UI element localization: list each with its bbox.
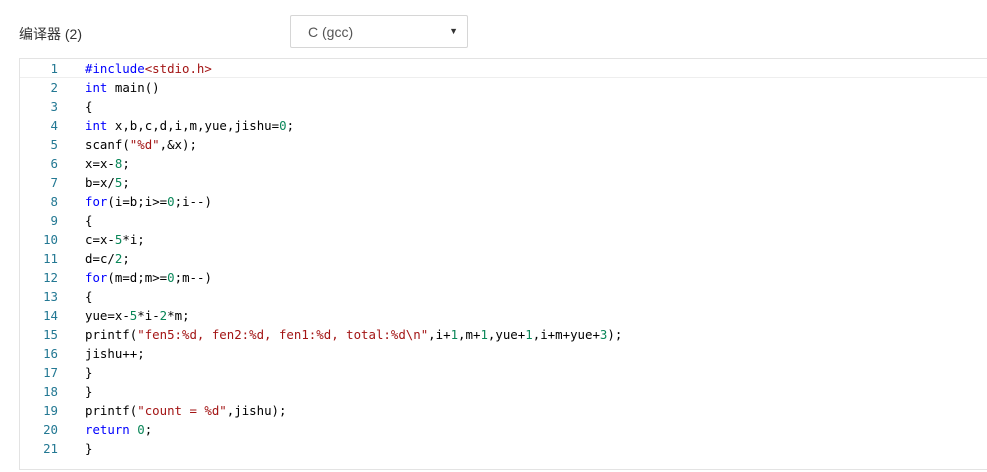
line-number: 6 [50, 156, 58, 171]
code-text: { [85, 289, 93, 304]
code-line[interactable]: 17} [20, 363, 987, 382]
code-text: scanf("%d",&x); [85, 137, 197, 152]
code-text: d=c/2; [85, 251, 130, 266]
line-number: 20 [43, 422, 58, 437]
code-text: jishu++; [85, 346, 145, 361]
code-lines: 1 #include<stdio.h> 2 int main() 3{4 int x,b,… [20, 59, 987, 458]
code-line[interactable]: 6 x=x-8; [20, 154, 987, 173]
code-line[interactable]: 1 #include<stdio.h> [20, 59, 987, 78]
code-line[interactable]: 4 int x,b,c,d,i,m,yue,jishu=0; [20, 116, 987, 135]
line-number: 8 [50, 194, 58, 209]
code-text: c=x-5*i; [85, 232, 145, 247]
line-number: 17 [43, 365, 58, 380]
code-text: printf("fen5:%d, fen2:%d, fen1:%d, total… [85, 327, 623, 342]
code-text: for(i=b;i>=0;i--) [85, 194, 212, 209]
code-line[interactable]: 11 d=c/2; [20, 249, 987, 268]
line-number: 1 [50, 61, 58, 76]
line-number: 11 [43, 251, 58, 266]
line-number: 5 [50, 137, 58, 152]
code-text: } [85, 365, 93, 380]
code-text: printf("count = %d",jishu); [85, 403, 287, 418]
code-line[interactable]: 20 return 0; [20, 420, 987, 439]
compiler-select[interactable]: C (gcc) ▼ [290, 15, 468, 48]
code-line[interactable]: 19 printf("count = %d",jishu); [20, 401, 987, 420]
code-text: yue=x-5*i-2*m; [85, 308, 190, 323]
line-number: 21 [43, 441, 58, 456]
code-editor[interactable]: 1 #include<stdio.h> 2 int main() 3{4 int x,b,… [19, 58, 987, 470]
code-text: return 0; [85, 422, 153, 437]
compiler-select-value: C (gcc) [308, 24, 354, 40]
code-line[interactable]: 13 { [20, 287, 987, 306]
line-number: 13 [43, 289, 58, 304]
code-text: } [85, 441, 93, 456]
code-line[interactable]: 12 for(m=d;m>=0;m--) [20, 268, 987, 287]
code-line[interactable]: 7 b=x/5; [20, 173, 987, 192]
code-line[interactable]: 21} [20, 439, 987, 458]
code-line[interactable]: 15 printf("fen5:%d, fen2:%d, fen1:%d, tot… [20, 325, 987, 344]
code-line[interactable]: 3{ [20, 97, 987, 116]
line-number: 9 [50, 213, 58, 228]
code-text: } [85, 384, 93, 399]
code-line[interactable]: 8 for(i=b;i>=0;i--) [20, 192, 987, 211]
code-line[interactable]: 16 jishu++; [20, 344, 987, 363]
line-number: 16 [43, 346, 58, 361]
code-text: x=x-8; [85, 156, 130, 171]
line-number: 19 [43, 403, 58, 418]
code-line[interactable]: 5 scanf("%d",&x); [20, 135, 987, 154]
code-line[interactable]: 14 yue=x-5*i-2*m; [20, 306, 987, 325]
code-text: b=x/5; [85, 175, 130, 190]
code-text: int main() [85, 80, 160, 95]
code-line[interactable]: 9{ [20, 211, 987, 230]
code-text: { [85, 213, 93, 228]
line-number: 2 [50, 80, 58, 95]
code-line[interactable]: 10 c=x-5*i; [20, 230, 987, 249]
line-number: 4 [50, 118, 58, 133]
line-number: 12 [43, 270, 58, 285]
line-number: 3 [50, 99, 58, 114]
line-number: 7 [50, 175, 58, 190]
code-text: for(m=d;m>=0;m--) [85, 270, 212, 285]
code-text: { [85, 99, 93, 114]
line-number: 15 [43, 327, 58, 342]
code-line[interactable]: 18} [20, 382, 987, 401]
line-number: 18 [43, 384, 58, 399]
line-number: 10 [43, 232, 58, 247]
line-number: 14 [43, 308, 58, 323]
dropdown-caret-icon: ▼ [449, 26, 458, 36]
code-text: int x,b,c,d,i,m,yue,jishu=0; [85, 118, 295, 133]
code-text: #include<stdio.h> [85, 61, 212, 76]
code-line[interactable]: 2 int main() [20, 78, 987, 97]
compiler-label: 编译器 (2) [19, 26, 82, 42]
